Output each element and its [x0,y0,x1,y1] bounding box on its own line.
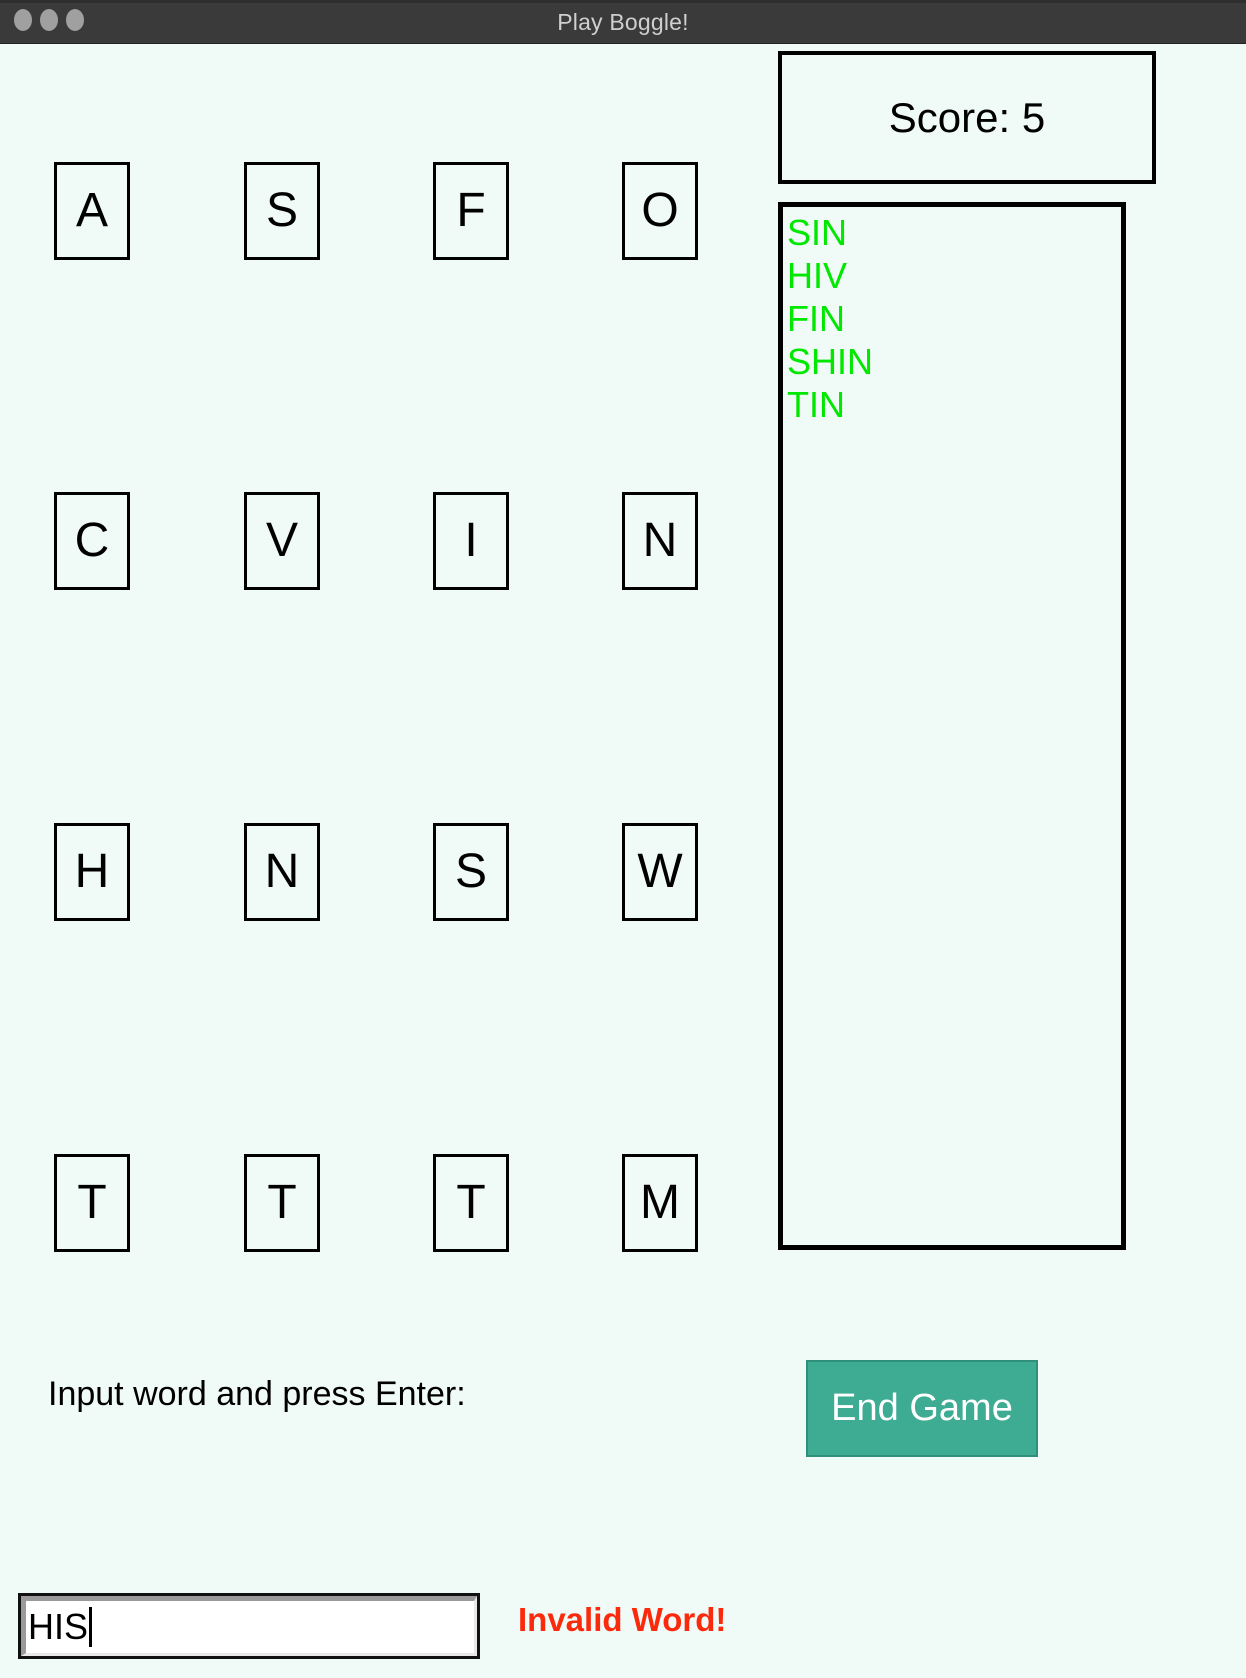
board-tile-r1c2[interactable]: S [244,162,320,260]
input-prompt-label: Input word and press Enter: [48,1375,466,1413]
board-row-3: H N S W [54,823,724,923]
board-tile-r3c2[interactable]: N [244,823,320,921]
board-tile-r3c3[interactable]: S [433,823,509,921]
board-tile-r2c3[interactable]: I [433,492,509,590]
found-words-list[interactable]: SIN HIV FIN SHIN TIN [778,202,1126,1250]
end-game-button[interactable]: End Game [806,1360,1038,1457]
board-tile-r2c2[interactable]: V [244,492,320,590]
score-panel: Score: 5 [778,51,1156,184]
board-tile-r3c4[interactable]: W [622,823,698,921]
word-input-inner[interactable]: HIS [21,1596,477,1656]
window-title: Play Boggle! [557,9,689,35]
board-row-2: C V I N [54,492,724,592]
list-item: SIN [787,212,848,253]
board-tile-r4c3[interactable]: T [433,1154,509,1252]
list-item: SHIN [787,341,874,382]
list-item: TIN [787,384,845,425]
board-tile-r1c4[interactable]: O [622,162,698,260]
score-label: Score: 5 [888,93,1046,141]
window-titlebar: Play Boggle! [0,0,1246,44]
word-input-value: HIS [28,1606,89,1647]
board-row-1: A S F O [54,162,724,262]
board-tile-r1c3[interactable]: F [433,162,509,260]
text-cursor-icon [89,1607,93,1647]
status-message: Invalid Word! [518,1601,727,1638]
board-tile-r2c4[interactable]: N [622,492,698,590]
list-item: FIN [787,298,845,339]
board-tile-r4c1[interactable]: T [54,1154,130,1252]
board-tile-r4c2[interactable]: T [244,1154,320,1252]
board-tile-r3c1[interactable]: H [54,823,130,921]
word-input-field[interactable]: HIS [18,1593,480,1659]
board-tile-r4c4[interactable]: M [622,1154,698,1252]
board-row-4: T T T M [54,1154,724,1254]
boggle-board: A S F O C V I N H N S W T T T M [54,162,724,1262]
boggle-window: Play Boggle! A S F O C V I N H N S W T T… [0,0,1246,1678]
board-tile-r1c1[interactable]: A [54,162,130,260]
list-item: HIV [787,255,848,296]
board-tile-r2c1[interactable]: C [54,492,130,590]
